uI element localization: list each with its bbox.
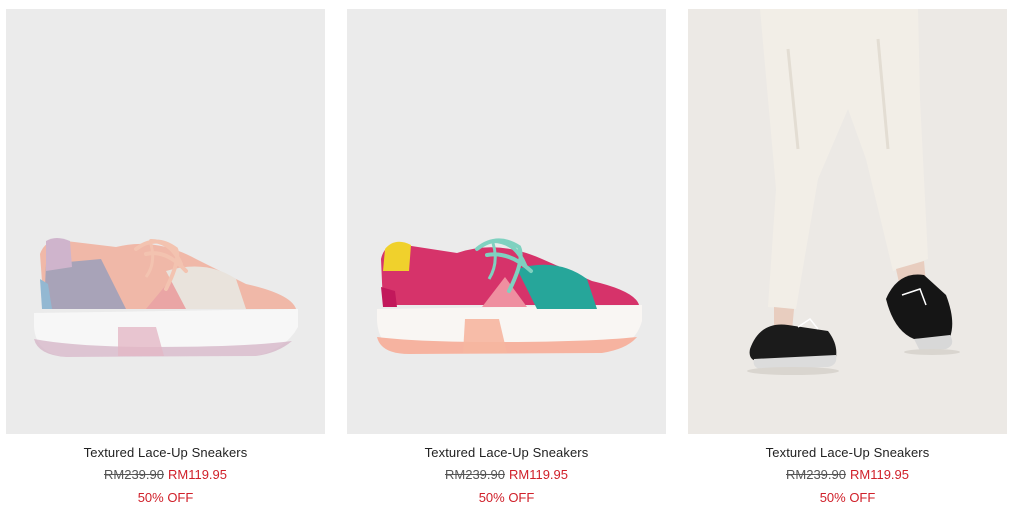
price-row: RM239.90 RM119.95 bbox=[347, 467, 666, 483]
original-price: RM239.90 bbox=[104, 467, 164, 482]
discount-label: 50% OFF bbox=[819, 490, 876, 505]
discount-label: 50% OFF bbox=[137, 490, 194, 505]
price-row: RM239.90 RM119.95 bbox=[6, 467, 325, 483]
product-image-link[interactable] bbox=[688, 9, 1007, 434]
product-image-link[interactable] bbox=[347, 9, 666, 434]
product-name[interactable]: Textured Lace-Up Sneakers bbox=[688, 445, 1007, 461]
discount-label: 50% OFF bbox=[478, 490, 535, 505]
original-price: RM239.90 bbox=[786, 467, 846, 482]
sale-price: RM119.95 bbox=[849, 467, 909, 482]
bright-sneaker-image bbox=[347, 9, 666, 434]
product-name[interactable]: Textured Lace-Up Sneakers bbox=[6, 445, 325, 461]
product-card[interactable]: Textured Lace-Up Sneakers RM239.90 RM119.… bbox=[688, 9, 1007, 506]
product-image-link[interactable] bbox=[6, 9, 325, 434]
sale-price: RM119.95 bbox=[508, 467, 568, 482]
price-row: RM239.90 RM119.95 bbox=[688, 467, 1007, 483]
product-grid: Textured Lace-Up Sneakers RM239.90 RM119.… bbox=[0, 0, 1017, 513]
product-card[interactable]: Textured Lace-Up Sneakers RM239.90 RM119.… bbox=[347, 9, 666, 506]
pastel-sneaker-image bbox=[6, 9, 325, 434]
original-price: RM239.90 bbox=[445, 467, 505, 482]
model-wearing-black-sneakers-image bbox=[688, 9, 1007, 434]
product-card[interactable]: Textured Lace-Up Sneakers RM239.90 RM119.… bbox=[6, 9, 325, 506]
sale-price: RM119.95 bbox=[167, 467, 227, 482]
product-name[interactable]: Textured Lace-Up Sneakers bbox=[347, 445, 666, 461]
